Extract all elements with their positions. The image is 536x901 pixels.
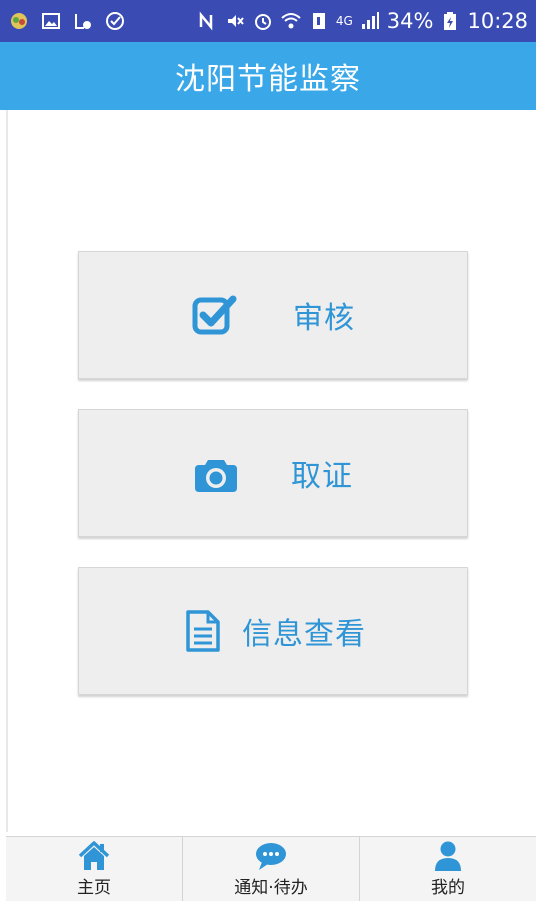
tab-home-label: 主页 (77, 877, 111, 898)
checkbox-checked-icon (191, 292, 237, 338)
document-icon (180, 608, 226, 654)
network-type: 4G (335, 14, 353, 28)
screenshot-icon (72, 10, 94, 32)
page-title: 沈阳节能监察 (175, 62, 361, 97)
battery-percent: 34% (386, 9, 434, 33)
battery-charging-icon (439, 10, 461, 32)
signal-icon (359, 10, 381, 32)
review-button[interactable]: 审核 (78, 251, 468, 379)
evidence-button[interactable]: 取证 (78, 409, 468, 537)
evidence-button-label: 取证 (291, 459, 353, 494)
chat-bubble-icon (255, 841, 287, 871)
app-header: 沈阳节能监察 (0, 42, 536, 110)
nfc-icon (196, 10, 218, 32)
tab-mine[interactable]: 我的 (360, 837, 536, 901)
info-view-button-label: 信息查看 (242, 617, 366, 652)
bottom-navigation: 主页 通知·待办 我的 (6, 836, 536, 901)
wifi-icon (280, 10, 302, 32)
status-left-icons (8, 8, 126, 34)
camera-icon (193, 450, 239, 496)
image-icon (40, 10, 62, 32)
alarm-icon (252, 10, 274, 32)
home-icon (78, 840, 110, 871)
left-edge-divider (6, 110, 8, 832)
tab-home[interactable]: 主页 (6, 837, 183, 901)
review-button-label: 审核 (293, 301, 355, 336)
sim-card-icon (308, 10, 330, 32)
user-icon (432, 841, 464, 871)
tab-mine-label: 我的 (431, 877, 465, 898)
status-bar: 4G 34% 10:28 (0, 0, 536, 42)
check-circle-icon (104, 10, 126, 32)
info-view-button[interactable]: 信息查看 (78, 567, 468, 695)
mute-icon (224, 10, 246, 32)
clock: 10:28 (467, 9, 528, 33)
app-notification-icon (8, 10, 30, 32)
status-right-icons: 4G 34% 10:28 (196, 8, 528, 34)
tab-notifications[interactable]: 通知·待办 (183, 837, 360, 901)
tab-notifications-label: 通知·待办 (234, 877, 308, 898)
